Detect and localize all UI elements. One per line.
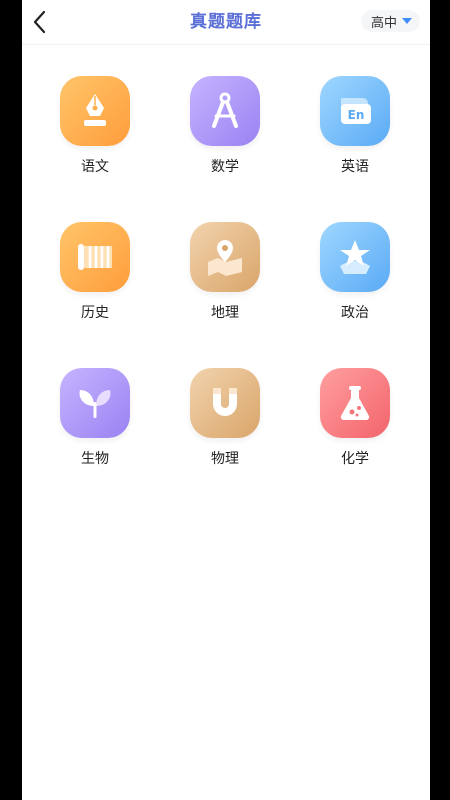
subject-label: 数学 xyxy=(211,159,239,175)
star-icon xyxy=(340,240,370,274)
top-bar: 真题题库 高中 xyxy=(22,0,430,45)
level-dropdown[interactable]: 高中 xyxy=(360,10,420,32)
caret-down-icon xyxy=(402,18,412,24)
subject-label: 物理 xyxy=(211,451,239,467)
magnet-icon xyxy=(213,388,237,416)
subject-tile xyxy=(190,368,260,438)
subject-tile xyxy=(320,222,390,292)
map-pin-icon xyxy=(208,240,242,276)
subject-math[interactable]: 数学 xyxy=(175,76,275,186)
subject-label: 历史 xyxy=(81,305,109,321)
flask-icon xyxy=(340,386,370,421)
app-screen: 真题题库 高中 语文 数学 En 英语 历史 地理 政治 生物 物理 化学 xyxy=(22,0,430,800)
subject-politics[interactable]: 政治 xyxy=(305,222,405,332)
subject-label: 地理 xyxy=(211,305,239,321)
subject-tile xyxy=(60,76,130,146)
svg-text:En: En xyxy=(348,108,365,122)
subject-geography[interactable]: 地理 xyxy=(175,222,275,332)
subject-history[interactable]: 历史 xyxy=(45,222,145,332)
subject-chinese[interactable]: 语文 xyxy=(45,76,145,186)
subject-tile xyxy=(60,222,130,292)
back-button[interactable] xyxy=(28,8,52,36)
scroll-icon xyxy=(78,244,112,270)
chevron-left-icon xyxy=(33,10,46,34)
fountain-pen-icon xyxy=(84,94,106,126)
subject-tile: En xyxy=(320,76,390,146)
subject-label: 化学 xyxy=(341,451,369,467)
sprout-icon xyxy=(79,390,111,418)
subject-physics[interactable]: 物理 xyxy=(175,368,275,478)
subject-label: 英语 xyxy=(341,159,369,175)
subject-label: 语文 xyxy=(81,159,109,175)
subject-label: 生物 xyxy=(81,451,109,467)
subject-tile xyxy=(320,368,390,438)
level-selected-value: 高中 xyxy=(370,15,397,31)
subject-biology[interactable]: 生物 xyxy=(45,368,145,478)
en-chat-icon: En xyxy=(341,98,371,124)
subject-chemistry[interactable]: 化学 xyxy=(305,368,405,478)
subject-tile xyxy=(60,368,130,438)
compass-icon xyxy=(212,92,238,128)
subject-english[interactable]: En 英语 xyxy=(305,76,405,186)
subject-tile xyxy=(190,222,260,292)
subject-tile xyxy=(190,76,260,146)
subject-label: 政治 xyxy=(341,305,369,321)
